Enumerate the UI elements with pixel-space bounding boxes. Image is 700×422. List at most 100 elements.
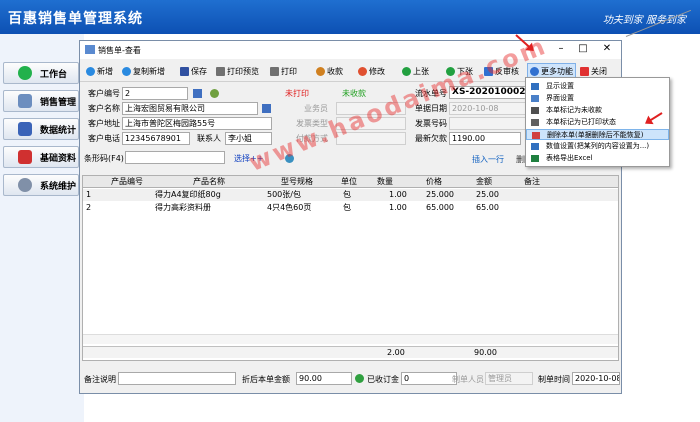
barcode-field[interactable]: [125, 151, 225, 164]
col-code: 产品编号: [111, 177, 143, 186]
discount-field[interactable]: 90.00: [296, 372, 352, 385]
customer-name-field[interactable]: 上海宏图贸易有限公司: [122, 102, 258, 115]
customer-name-label: 客户名称: [88, 104, 120, 113]
print-status: 未打印: [285, 89, 309, 98]
print-preview-button[interactable]: 打印预览: [216, 63, 259, 79]
address-field[interactable]: 上海市普陀区梅园路55号: [122, 117, 272, 130]
sidebar-item-system[interactable]: 系统维护: [3, 174, 79, 196]
remark-field[interactable]: [118, 372, 236, 385]
modify-button[interactable]: 修改: [358, 63, 385, 79]
close-icon[interactable]: ✕: [600, 43, 614, 55]
product-unit: 包: [343, 203, 351, 212]
app-title: 百惠销售单管理系统: [8, 11, 143, 27]
lookup-icon[interactable]: [262, 104, 271, 113]
product-qty: 1.00: [389, 203, 407, 212]
phone-field[interactable]: 12345678901: [122, 132, 190, 145]
total-qty: 2.00: [387, 348, 405, 357]
date-field[interactable]: 2020-10-08: [449, 102, 537, 115]
menu-item-display-settings[interactable]: 显示设置: [526, 81, 669, 92]
new-button[interactable]: 新增: [86, 63, 113, 79]
product-spec: 4只4色60页: [267, 203, 312, 212]
barcode-label: 条形码(F4): [84, 154, 124, 163]
menu-label: 删除本单(单据删除后不能恢复): [547, 131, 644, 139]
col-price: 价格: [426, 177, 442, 186]
excel-icon: [531, 155, 539, 162]
save-button[interactable]: 保存: [180, 63, 207, 79]
product-qty: 1.00: [389, 190, 407, 199]
print-button[interactable]: 打印: [270, 63, 297, 79]
time-field[interactable]: 2020-10-08: [572, 372, 620, 385]
people-icon: [18, 94, 32, 108]
more-label: 更多功能: [541, 66, 573, 76]
time-label: 制单时间: [538, 375, 570, 384]
ok-icon[interactable]: [355, 374, 364, 383]
sidebar-item-stats[interactable]: 数据统计: [3, 118, 79, 140]
sidebar-item-label: 基础资料: [40, 153, 77, 164]
sidebar-item-label: 数据统计: [40, 125, 77, 136]
gear-icon: [18, 178, 32, 192]
menu-item-export-excel[interactable]: 表格导出Excel: [526, 153, 669, 164]
received-field[interactable]: 0: [401, 372, 457, 385]
sidebar-item-sales[interactable]: 销售管理: [3, 90, 79, 112]
close-label: 关闭: [591, 66, 607, 76]
minimize-icon[interactable]: –: [554, 43, 568, 55]
menu-label: 表格导出Excel: [546, 154, 593, 162]
insert-row-button[interactable]: 插入一行: [472, 154, 504, 165]
printer-icon: [531, 119, 539, 126]
lookup-icon[interactable]: [193, 89, 202, 98]
customer-no-field[interactable]: 2: [122, 87, 188, 100]
discount-label: 折后本单金额: [242, 375, 290, 384]
total-amount: 90.00: [474, 348, 497, 357]
prev-button[interactable]: 上张: [402, 63, 429, 79]
coins-icon: [316, 66, 325, 76]
window-icon: [85, 45, 95, 54]
sidebar-item-workbench[interactable]: 工作台: [3, 62, 79, 84]
receive-status: 未收款: [342, 89, 366, 98]
copy-new-button[interactable]: 复制新增: [122, 63, 165, 79]
menu-item-ui-settings[interactable]: 界面设置: [526, 93, 669, 104]
sidebar-item-label: 工作台: [40, 69, 68, 80]
maximize-icon[interactable]: □: [576, 43, 590, 55]
sidebar: 工作台 销售管理 数据统计 基础资料 系统维护: [0, 34, 84, 422]
refresh-icon[interactable]: [210, 89, 219, 98]
sidebar-item-basics[interactable]: 基础资料: [3, 146, 79, 168]
invoice-no-label: 发票号码: [415, 119, 447, 128]
debt-field[interactable]: 1190.00: [449, 132, 521, 145]
table-row[interactable]: 1 得力A4复印纸80g 500张/包 包 1.00 25.000 25.00: [83, 189, 618, 201]
product-price: 65.000: [426, 203, 454, 212]
menu-item-mark-unpaid[interactable]: 本单标记为未收款: [526, 105, 669, 116]
modify-label: 修改: [369, 66, 385, 76]
monitor-icon: [531, 83, 539, 90]
contact-label: 联系人: [197, 134, 221, 143]
table-row[interactable]: 2 得力高彩资料册 4只4色60页 包 1.00 65.000 65.00: [83, 202, 618, 214]
creator-field[interactable]: 管理员: [485, 372, 533, 385]
print-label: 打印: [281, 66, 297, 76]
row-index: 2: [86, 203, 92, 212]
prev-label: 上张: [413, 66, 429, 76]
receive-button[interactable]: 收款: [316, 63, 343, 79]
book-icon: [18, 150, 32, 164]
delete-icon: [532, 132, 540, 139]
menu-item-value-settings[interactable]: 数值设置(把某列的内容设置为...): [526, 141, 669, 152]
menu-item-delete-order[interactable]: 删除本单(单据删除后不能恢复): [526, 129, 669, 140]
app-slogan: 功夫到家 服务到家: [602, 15, 686, 26]
product-amount: 25.00: [476, 190, 499, 199]
invoice-no-field[interactable]: [449, 117, 537, 130]
save-label: 保存: [191, 66, 207, 76]
edit-icon: [358, 66, 367, 76]
printer-icon: [216, 66, 225, 76]
horizontal-scrollbar[interactable]: [83, 334, 618, 344]
bottom-bar: 备注说明 折后本单金额 90.00 已收订金 0 制单人员 管理员 制单时间 2…: [80, 369, 621, 391]
product-name: 得力高彩资料册: [155, 203, 211, 212]
copy-icon: [122, 66, 131, 76]
copy-new-label: 复制新增: [133, 66, 165, 76]
menu-label: 本单标记为已打印状态: [546, 118, 616, 126]
salesman-label: 业务员: [304, 104, 328, 113]
customer-no-label: 客户编号: [88, 89, 120, 98]
gear-icon: [530, 66, 539, 76]
product-unit: 包: [343, 190, 351, 199]
menu-label: 本单标记为未收款: [546, 106, 602, 114]
arrow-up-icon: [402, 66, 411, 76]
debt-label: 最新欠款: [415, 134, 447, 143]
product-spec: 500张/包: [267, 190, 301, 199]
